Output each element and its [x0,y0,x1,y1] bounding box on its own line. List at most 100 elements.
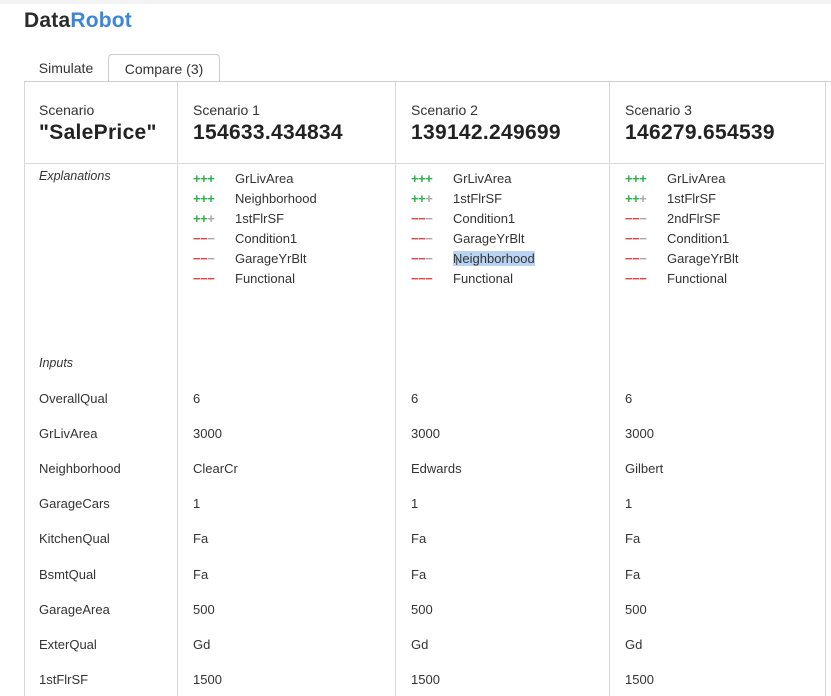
input-label: ExterQual [39,636,97,652]
explanation-item: −−− Functional [193,269,317,289]
explanation-item: −−− Functional [625,269,739,289]
explanation-feature: 1stFlrSF [235,211,285,226]
input-label: Neighborhood [39,461,121,477]
explanation-item: −−− Condition1 [411,209,535,229]
strength-indicator: −−− [411,271,433,286]
input-value: 1 [411,496,419,512]
explanation-item: −−− Functional [411,269,535,289]
explanation-feature: 1stFlrSF [453,191,503,206]
input-value: 500 [193,601,215,617]
input-value: ClearCr [193,461,238,477]
input-value: Gd [625,636,643,652]
tab-simulate[interactable]: Simulate [24,54,108,82]
input-value: 1500 [625,671,654,687]
explanation-feature: GrLivArea [453,171,512,186]
input-value: 1500 [193,671,222,687]
explanation-feature: GarageYrBlt [235,251,307,266]
target-name: "SalePrice" [39,121,157,144]
strength-indicator: −−− [625,251,647,266]
scenario-2-prediction: 139142.249699 [411,121,561,144]
explanation-item: −−− 2ndFlrSF [625,209,739,229]
input-value: 500 [625,601,647,617]
explanation-feature: Condition1 [453,211,516,226]
logo-text-data: Data [24,9,71,32]
explanation-feature: 1stFlrSF [667,191,717,206]
input-value: 1 [625,496,633,512]
column-divider [395,82,396,696]
explanation-feature: 2ndFlrSF [667,211,721,226]
explanation-feature: Functional [667,271,727,286]
input-value: 500 [411,601,433,617]
explanations-label: Explanations [39,169,111,183]
explanation-item: +++ GrLivArea [625,169,739,189]
explanation-item: +++ GrLivArea [411,169,535,189]
scenario-3-explanations: +++ GrLivArea +++ 1stFlrSF −−− 2ndFlrSF −−− Con… [625,169,739,289]
explanation-feature: Condition1 [667,231,730,246]
strength-indicator: −−− [625,231,647,246]
strength-indicator: −−− [625,271,647,286]
header-divider [24,163,824,164]
strength-indicator: −−− [625,211,647,226]
explanation-feature: Functional [235,271,295,286]
input-label: KitchenQual [39,531,110,547]
scenario-1-explanations: +++ GrLivArea +++ Neighborhood +++ 1stFlrSF −−… [193,169,317,289]
logo-text-robot: Robot [70,9,132,32]
strength-indicator: +++ [625,191,647,206]
scenario-3-prediction: 146279.654539 [625,121,775,144]
explanation-item: −−− GarageYrBlt [411,229,535,249]
scenario-3-name: Scenario 3 [625,102,692,118]
strength-indicator: +++ [411,171,433,186]
explanation-item: +++ 1stFlrSF [193,209,317,229]
strength-indicator: +++ [193,191,215,206]
tab-compare[interactable]: Compare (3) [108,54,220,82]
input-value: Fa [411,566,427,582]
strength-indicator: −−− [411,231,433,246]
explanation-item: −−− Condition1 [625,229,739,249]
scenario-header-label: Scenario [39,102,95,118]
input-label: 1stFlrSF [39,671,89,687]
column-divider [177,82,178,696]
top-bar [0,0,831,4]
input-label: OverallQual [39,391,108,406]
input-value: Edwards [411,461,462,477]
input-value: 3000 [625,426,654,442]
input-value: 6 [625,391,633,406]
input-label: BsmtQual [39,566,97,582]
strength-indicator: +++ [411,191,433,206]
scenario-2-explanations: +++ GrLivArea +++ 1stFlrSF −−− Condition1 −−− G… [411,169,535,289]
strength-indicator: −−− [411,211,433,226]
explanation-item: −−− Condition1 [193,229,317,249]
input-value: Fa [625,566,641,582]
input-value: Gd [193,636,211,652]
explanation-feature: GarageYrBlt [453,231,525,246]
text-cursor-icon: I [455,254,459,268]
strength-indicator: −−− [193,271,215,286]
input-value: 1500 [411,671,440,687]
input-value: 1 [193,496,201,512]
explanation-item: +++ Neighborhood [193,189,317,209]
strength-indicator: −−− [193,251,215,266]
strength-indicator: −−− [411,251,433,266]
inputs-label: Inputs [39,356,74,370]
explanation-feature: GrLivArea [235,171,294,186]
explanation-item: +++ GrLivArea [193,169,317,189]
input-label: GarageArea [39,601,110,617]
input-value: 3000 [411,426,440,442]
explanation-item: +++ 1stFlrSF [411,189,535,209]
explanation-feature: Condition1 [235,231,298,246]
explanation-item: −−− GarageYrBlt [193,249,317,269]
explanation-item: +++ 1stFlrSF [625,189,739,209]
input-label: GrLivArea [39,426,98,442]
input-value: 6 [411,391,419,406]
scenario-1-prediction: 154633.434834 [193,121,343,144]
explanation-feature: Functional [453,271,513,286]
strength-indicator: +++ [193,211,215,226]
explanation-feature: GrLivArea [667,171,726,186]
input-value: Gilbert [625,461,664,477]
input-value: Gd [411,636,429,652]
input-value: Fa [625,531,641,547]
strength-indicator: +++ [625,171,647,186]
strength-indicator: +++ [193,171,215,186]
scenario-2-name: Scenario 2 [411,102,478,118]
input-value: Fa [193,531,209,547]
